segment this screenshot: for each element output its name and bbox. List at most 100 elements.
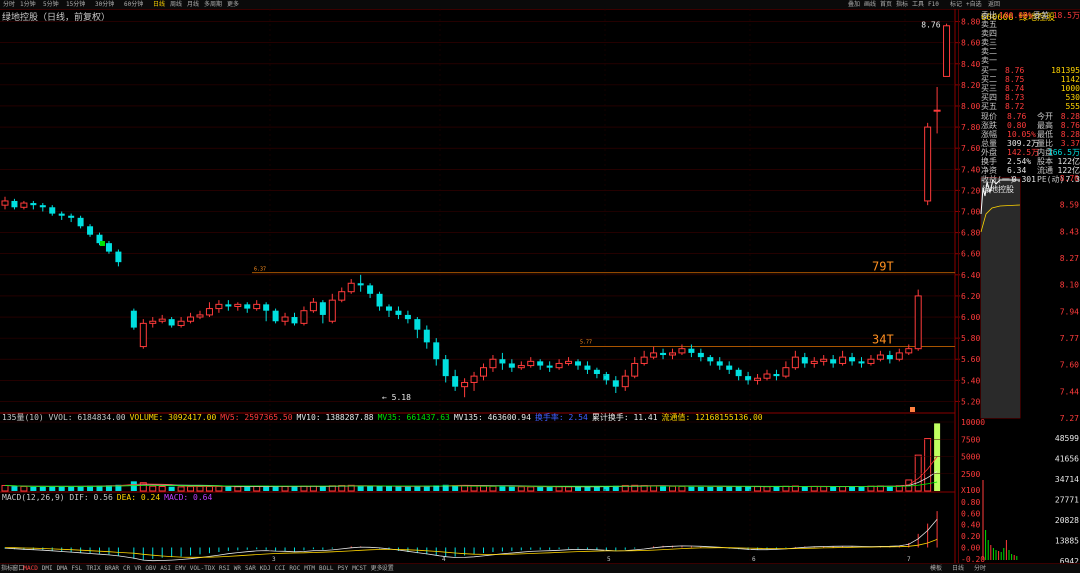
- month-label: 5: [607, 556, 611, 563]
- candle-body: [631, 362, 639, 377]
- stat-row: 涨幅 10.05% 最低 8.28: [981, 130, 1080, 139]
- macd-header: MACD(12,26,9) DIF: 0.56 DEA: 0.24 MACD: 0.…: [2, 493, 216, 502]
- volume-bar: [404, 486, 411, 491]
- candle-body: [546, 365, 553, 368]
- volume-bar: [357, 485, 364, 491]
- candle-body: [839, 356, 847, 364]
- bid-row[interactable]: 买一 8.76 181395: [981, 66, 1080, 75]
- candle-body: [20, 202, 28, 208]
- stat-value: 166.5万: [1047, 148, 1080, 157]
- stat-label: 最低: [1037, 130, 1053, 139]
- candle-body: [1, 200, 9, 206]
- candle-body: [87, 226, 94, 235]
- candle-body: [886, 355, 893, 360]
- stat-row: 净资 6.34 流通 122亿: [981, 166, 1080, 175]
- month-label: 7: [907, 556, 911, 563]
- volume-bar: [707, 486, 714, 491]
- volume-bar: [234, 486, 242, 492]
- candle-body: [660, 352, 667, 356]
- bid-row[interactable]: 买五 8.72 555: [981, 102, 1080, 111]
- candle-body: [338, 291, 346, 301]
- candle-body: [30, 203, 37, 206]
- candle-body: [697, 352, 704, 358]
- candle-body: [225, 304, 232, 307]
- volume-bar: [319, 486, 326, 491]
- candle-body: [234, 303, 242, 307]
- candle-body: [565, 360, 573, 364]
- chart-canvas[interactable]: 79T34T6.375.77 8.76← 5.18 8.808.608.408.…: [0, 0, 1080, 572]
- volume-bar: [508, 486, 515, 491]
- volume-bar: [763, 486, 771, 492]
- bid-volume: 181395: [1051, 66, 1080, 75]
- stat-row: 换手 2.54% 股本 122亿: [981, 157, 1080, 166]
- volume-bar: [77, 486, 84, 491]
- volume-stat: 换手率: 2.54: [534, 413, 588, 422]
- candle-body: [914, 295, 922, 350]
- volume-ma-line: [4, 456, 938, 488]
- candle-body: [621, 375, 629, 388]
- volume-bar: [1, 484, 9, 492]
- volume-bar: [395, 486, 402, 491]
- volume-bar: [660, 486, 667, 491]
- volume-bar: [281, 486, 289, 492]
- candle-body: [272, 310, 279, 322]
- candle-body: [442, 359, 449, 377]
- candles: 8.76 ← 5.18: [1, 21, 951, 412]
- candle-body: [810, 360, 818, 364]
- volume-bar: [726, 486, 733, 491]
- volume-bar: [187, 486, 195, 492]
- candle-body: [773, 374, 780, 377]
- ratio-label: 委比: [981, 11, 997, 20]
- volume-bar: [546, 486, 553, 491]
- row-label: 卖五: [981, 20, 997, 29]
- candle-body: [537, 361, 544, 366]
- bid-label: 买二: [981, 75, 997, 84]
- candle-body: [244, 304, 251, 309]
- stat-row: 外盘 142.5万 内盘 166.5万: [981, 148, 1080, 157]
- row-label: 卖三: [981, 38, 997, 47]
- volume-bar: [489, 485, 497, 492]
- volume-stat: 流通值: 12168155136.00: [661, 413, 763, 422]
- bid-row[interactable]: 买二 8.75 1142: [981, 75, 1080, 84]
- volume-bar: [30, 486, 37, 491]
- bid-price: 8.74: [1005, 84, 1025, 93]
- volume-bar: [688, 486, 695, 491]
- candle-body: [205, 308, 213, 316]
- candle-body: [527, 360, 535, 367]
- stat-label: 最高: [1037, 121, 1053, 130]
- volume-bars: [0, 412, 955, 492]
- volume-bar: [244, 486, 251, 491]
- volume-bar: [499, 486, 506, 491]
- stat-value: 122亿: [1057, 166, 1080, 175]
- candle-body: [508, 363, 515, 368]
- volume-bar: [11, 486, 18, 491]
- volume-bar: [68, 486, 75, 491]
- stat-value: 8.76: [1007, 112, 1027, 121]
- bid-price: 8.76: [1005, 66, 1025, 75]
- volume-bar: [754, 486, 762, 492]
- candle-body: [480, 367, 487, 377]
- volume-bar: [876, 485, 884, 492]
- candle-body: [640, 356, 648, 364]
- bid-row[interactable]: 买三 8.74 1000: [981, 84, 1080, 93]
- candle-body: [924, 126, 932, 202]
- candle-body: [669, 352, 676, 356]
- macd-dea-line: [4, 539, 938, 558]
- volume-bar: [20, 486, 28, 492]
- volume-bar: [858, 486, 865, 491]
- row-label: 卖四: [981, 29, 997, 38]
- candle-body: [716, 361, 723, 366]
- candle-body: [688, 348, 695, 353]
- candle-body: [650, 352, 658, 358]
- stat-label: 涨跌: [981, 121, 997, 130]
- volume-bar: [253, 485, 261, 492]
- volume-bar: [830, 486, 837, 491]
- stat-value: 6.34: [1007, 166, 1027, 175]
- bid-row[interactable]: 买四 8.73 530: [981, 93, 1080, 102]
- bid-label: 买四: [981, 93, 997, 102]
- candle-body: [319, 302, 326, 315]
- diff-value: 18.5万: [1052, 11, 1080, 20]
- ask-row: 卖一: [981, 56, 1080, 65]
- candle-body: [11, 200, 18, 208]
- candle-body: [830, 359, 837, 364]
